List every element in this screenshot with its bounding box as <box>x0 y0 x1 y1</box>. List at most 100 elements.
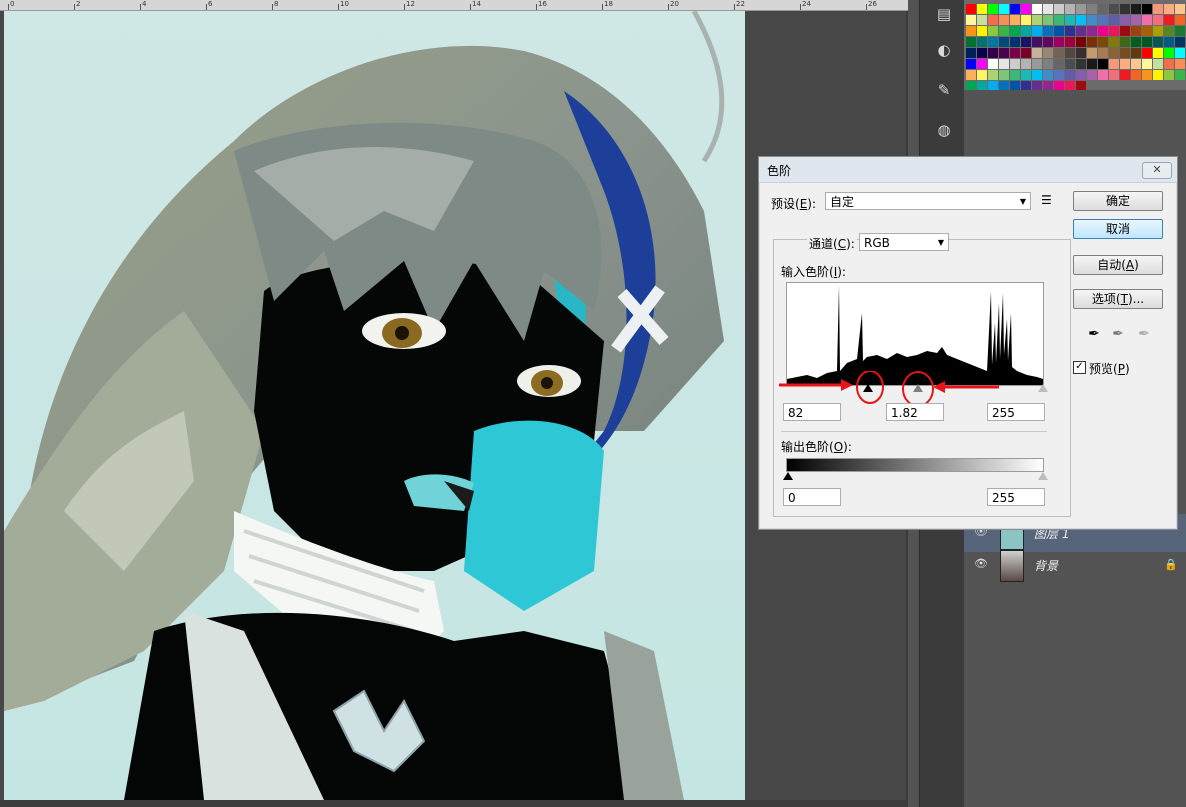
color-swatch[interactable] <box>1021 59 1031 69</box>
color-swatch[interactable] <box>966 70 976 80</box>
color-swatch[interactable] <box>1120 48 1130 58</box>
color-swatch[interactable] <box>1098 37 1108 47</box>
color-swatch[interactable] <box>1010 4 1020 14</box>
color-swatch[interactable] <box>977 26 987 36</box>
color-swatch[interactable] <box>1142 15 1152 25</box>
color-swatch[interactable] <box>1120 4 1130 14</box>
color-swatch[interactable] <box>988 37 998 47</box>
color-swatch[interactable] <box>999 48 1009 58</box>
color-swatch[interactable] <box>1153 15 1163 25</box>
color-swatch[interactable] <box>1164 70 1174 80</box>
white-eyedropper-icon[interactable]: ✒ <box>1135 325 1153 343</box>
cancel-button[interactable]: 取消 <box>1073 219 1163 239</box>
color-swatch[interactable] <box>977 70 987 80</box>
color-swatch[interactable] <box>1109 70 1119 80</box>
color-swatch[interactable] <box>966 59 976 69</box>
color-swatch[interactable] <box>1109 26 1119 36</box>
color-swatch[interactable] <box>1076 26 1086 36</box>
color-swatch[interactable] <box>966 15 976 25</box>
color-swatch[interactable] <box>1043 4 1053 14</box>
color-swatch[interactable] <box>1153 59 1163 69</box>
color-swatch[interactable] <box>1010 59 1020 69</box>
horizontal-scrollbar[interactable] <box>0 800 908 807</box>
color-swatch[interactable] <box>988 70 998 80</box>
color-swatch[interactable] <box>1175 59 1185 69</box>
color-swatch[interactable] <box>1043 37 1053 47</box>
color-swatch[interactable] <box>1087 59 1097 69</box>
color-swatch[interactable] <box>1032 26 1042 36</box>
adjustments-icon[interactable]: ◐ <box>933 40 955 60</box>
color-swatch[interactable] <box>1054 37 1064 47</box>
black-eyedropper-icon[interactable]: ✒ <box>1085 325 1103 343</box>
color-swatch[interactable] <box>1054 70 1064 80</box>
color-swatch[interactable] <box>1153 4 1163 14</box>
color-swatch[interactable] <box>1065 37 1075 47</box>
color-swatch[interactable] <box>966 4 976 14</box>
color-swatch[interactable] <box>1098 59 1108 69</box>
color-swatch[interactable] <box>1131 15 1141 25</box>
color-swatch[interactable] <box>1098 48 1108 58</box>
color-swatch[interactable] <box>1043 26 1053 36</box>
color-swatch[interactable] <box>1065 26 1075 36</box>
color-swatch[interactable] <box>1087 37 1097 47</box>
options-button[interactable]: 选项(T)... <box>1073 289 1163 309</box>
color-swatch[interactable] <box>988 15 998 25</box>
color-swatch[interactable] <box>1164 4 1174 14</box>
preset-select[interactable]: 自定 ▼ <box>825 192 1031 210</box>
color-swatch[interactable] <box>1109 37 1119 47</box>
color-swatch[interactable] <box>988 48 998 58</box>
color-swatch[interactable] <box>1065 15 1075 25</box>
color-swatch[interactable] <box>1065 48 1075 58</box>
color-swatch[interactable] <box>1120 37 1130 47</box>
output-black-field[interactable]: 0 <box>783 488 841 506</box>
color-swatch[interactable] <box>1054 15 1064 25</box>
color-swatch[interactable] <box>1065 4 1075 14</box>
color-swatch[interactable] <box>1021 26 1031 36</box>
color-swatch[interactable] <box>1076 15 1086 25</box>
color-swatch[interactable] <box>1098 4 1108 14</box>
color-swatch[interactable] <box>1087 4 1097 14</box>
color-swatch[interactable] <box>966 37 976 47</box>
color-swatch[interactable] <box>1010 48 1020 58</box>
color-swatch[interactable] <box>1153 37 1163 47</box>
color-swatch[interactable] <box>1109 4 1119 14</box>
color-swatch[interactable] <box>1175 70 1185 80</box>
color-swatch[interactable] <box>1010 26 1020 36</box>
color-swatch[interactable] <box>1153 70 1163 80</box>
color-swatch[interactable] <box>1109 59 1119 69</box>
color-swatch[interactable] <box>1164 59 1174 69</box>
color-swatch[interactable] <box>1142 70 1152 80</box>
color-swatch[interactable] <box>1076 59 1086 69</box>
ok-button[interactable]: 确定 <box>1073 191 1163 211</box>
preview-checkbox[interactable]: ✓ <box>1073 361 1086 374</box>
color-swatch[interactable] <box>1098 70 1108 80</box>
color-swatch[interactable] <box>1032 48 1042 58</box>
color-swatch[interactable] <box>1032 4 1042 14</box>
color-swatch[interactable] <box>1142 37 1152 47</box>
color-swatch[interactable] <box>1175 26 1185 36</box>
color-swatch[interactable] <box>1021 4 1031 14</box>
color-swatch[interactable] <box>1032 15 1042 25</box>
color-swatch[interactable] <box>1131 26 1141 36</box>
preset-options-icon[interactable]: ☰ <box>1041 193 1052 207</box>
dialog-titlebar[interactable]: 色阶 ✕ <box>759 157 1177 183</box>
color-swatch[interactable] <box>1076 48 1086 58</box>
color-swatch[interactable] <box>999 70 1009 80</box>
color-swatch[interactable] <box>1131 59 1141 69</box>
color-swatch[interactable] <box>1054 59 1064 69</box>
color-swatch[interactable] <box>1175 48 1185 58</box>
color-swatch[interactable] <box>1164 15 1174 25</box>
color-swatch[interactable] <box>988 59 998 69</box>
color-swatch[interactable] <box>1175 15 1185 25</box>
color-swatch[interactable] <box>1153 26 1163 36</box>
color-swatch[interactable] <box>1032 70 1042 80</box>
color-swatch[interactable] <box>1010 70 1020 80</box>
color-swatch[interactable] <box>1032 59 1042 69</box>
color-swatch[interactable] <box>1131 37 1141 47</box>
color-swatch[interactable] <box>999 15 1009 25</box>
color-swatch[interactable] <box>1131 70 1141 80</box>
color-swatch[interactable] <box>1076 70 1086 80</box>
color-swatch[interactable] <box>1087 70 1097 80</box>
input-white-slider[interactable] <box>1038 384 1048 392</box>
gray-eyedropper-icon[interactable]: ✒ <box>1109 325 1127 343</box>
